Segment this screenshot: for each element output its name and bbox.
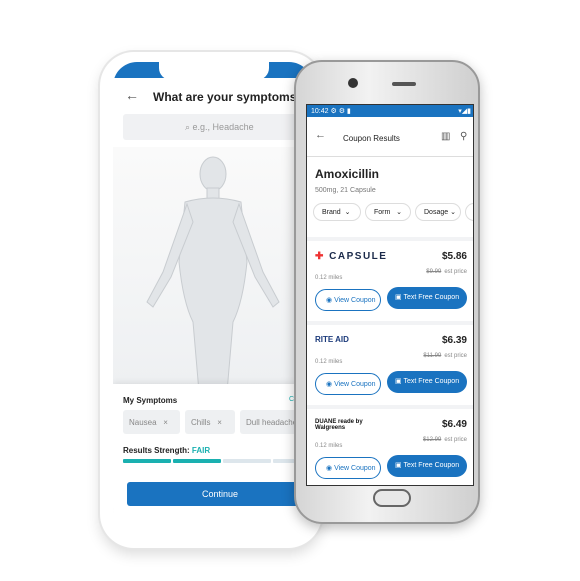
chip-label: Chills: [191, 418, 211, 427]
symptom-chip[interactable]: Nausea ×: [123, 410, 180, 434]
eye-icon: ◉: [326, 465, 333, 472]
coupon-price: $5.86: [441, 251, 467, 262]
pharmacy-card[interactable]: ✚ CAPSULE $5.86 0.12 miles $9.99 est pric…: [307, 241, 473, 321]
search-placeholder: e.g., Headache: [192, 122, 254, 132]
camera: [348, 78, 358, 88]
text-free-coupon-button[interactable]: ▣ Text Free Coupon: [387, 455, 467, 477]
view-coupon-button[interactable]: ◉ View Coupon: [315, 457, 381, 479]
strength-segment: [173, 459, 221, 463]
eye-icon: ◉: [326, 381, 333, 388]
filter-label: Form: [374, 209, 391, 216]
search-input[interactable]: ⌕ e.g., Headache: [123, 114, 313, 140]
back-arrow-icon[interactable]: ←: [315, 129, 326, 141]
page-title: Coupon Results: [343, 134, 400, 143]
status-bar: 10:42 ⚙ ⚙ ▮ ▾◢▮: [307, 105, 473, 117]
location-pin-icon[interactable]: ⚲: [460, 131, 467, 142]
filter-dosage[interactable]: Dosage ⌄: [415, 203, 461, 221]
body-figure[interactable]: [133, 152, 293, 392]
back-arrow-icon[interactable]: ←: [125, 87, 139, 103]
map-icon[interactable]: ▥: [441, 131, 450, 142]
est-price: $9.99 est price: [426, 269, 467, 275]
close-icon[interactable]: ×: [159, 418, 168, 427]
signal-icon: ▾◢▮: [458, 108, 471, 115]
continue-button[interactable]: Continue: [127, 482, 313, 506]
duane-reade-logo: DUANE reade by Walgreens: [315, 419, 363, 431]
filter-form[interactable]: Form ⌄: [365, 203, 411, 221]
strength-segment: [223, 459, 271, 463]
chip-label: Nausea: [129, 418, 157, 427]
strength-label: Results Strength:: [123, 446, 190, 455]
close-icon[interactable]: ×: [213, 418, 222, 427]
est-price: $11.99 est price: [423, 353, 467, 359]
strength-value: FAIR: [191, 446, 211, 455]
drug-detail: 500mg, 21 Capsule: [315, 187, 376, 194]
view-coupon-button[interactable]: ◉ View Coupon: [315, 373, 381, 395]
my-symptoms-label: My Symptoms: [123, 396, 178, 405]
symptom-screen: ← What are your symptoms? ⌕ e.g., Headac…: [113, 62, 313, 530]
chevron-down-icon: ⌄: [450, 209, 456, 216]
text-free-coupon-button[interactable]: ▣ Text Free Coupon: [387, 287, 467, 309]
coupon-screen: 10:42 ⚙ ⚙ ▮ ▾◢▮ ← Coupon Results ▥ ⚲ Amox…: [306, 104, 474, 486]
chevron-down-icon: ⌄: [392, 209, 403, 216]
pharmacy-card[interactable]: RITE AID $6.39 0.12 miles $11.99 est pric…: [307, 325, 473, 405]
filter-label: Brand: [322, 209, 341, 216]
home-button[interactable]: [373, 489, 411, 507]
chevron-down-icon: ⌄: [342, 209, 351, 216]
strength-segment: [123, 459, 171, 463]
rite-aid-logo: RITE AID: [315, 335, 349, 344]
status-time: 10:42: [311, 108, 329, 115]
app-header: ← Coupon Results ▥ ⚲: [307, 117, 473, 157]
distance: 0.12 miles: [315, 275, 343, 281]
message-icon: ▣: [395, 378, 402, 385]
search-icon: ⌕: [185, 122, 193, 132]
pharmacy-card[interactable]: DUANE reade by Walgreens $6.49 0.12 mile…: [307, 409, 473, 485]
speaker: [392, 82, 416, 86]
filter-quantity[interactable]: Qu: [465, 203, 473, 221]
coupon-price: $6.49: [441, 419, 467, 430]
distance: 0.12 miles: [315, 359, 343, 365]
page-title: What are your symptoms?: [153, 90, 304, 104]
message-icon: ▣: [395, 462, 402, 469]
drug-summary: Amoxicillin 500mg, 21 Capsule Brand ⌄ Fo…: [307, 157, 473, 237]
notch: [159, 62, 269, 80]
filter-label: Dosage: [424, 209, 449, 216]
drug-name: Amoxicillin: [315, 167, 380, 181]
results-strength: Results Strength: FAIR: [123, 446, 210, 455]
est-price: $12.99 est price: [422, 437, 467, 443]
symptom-chip[interactable]: Chills ×: [185, 410, 235, 434]
coupon-price: $6.39: [441, 335, 467, 346]
chip-label: Dull headache: [246, 418, 298, 427]
message-icon: ▣: [395, 294, 402, 301]
symptoms-panel: My Symptoms C Nausea × Chills × Dull hea…: [113, 384, 313, 530]
eye-icon: ◉: [326, 297, 333, 304]
filter-brand[interactable]: Brand ⌄: [313, 203, 361, 221]
view-coupon-button[interactable]: ◉ View Coupon: [315, 289, 381, 311]
capsule-logo: ✚ CAPSULE: [315, 251, 388, 262]
text-free-coupon-button[interactable]: ▣ Text Free Coupon: [387, 371, 467, 393]
distance: 0.12 miles: [315, 443, 343, 449]
